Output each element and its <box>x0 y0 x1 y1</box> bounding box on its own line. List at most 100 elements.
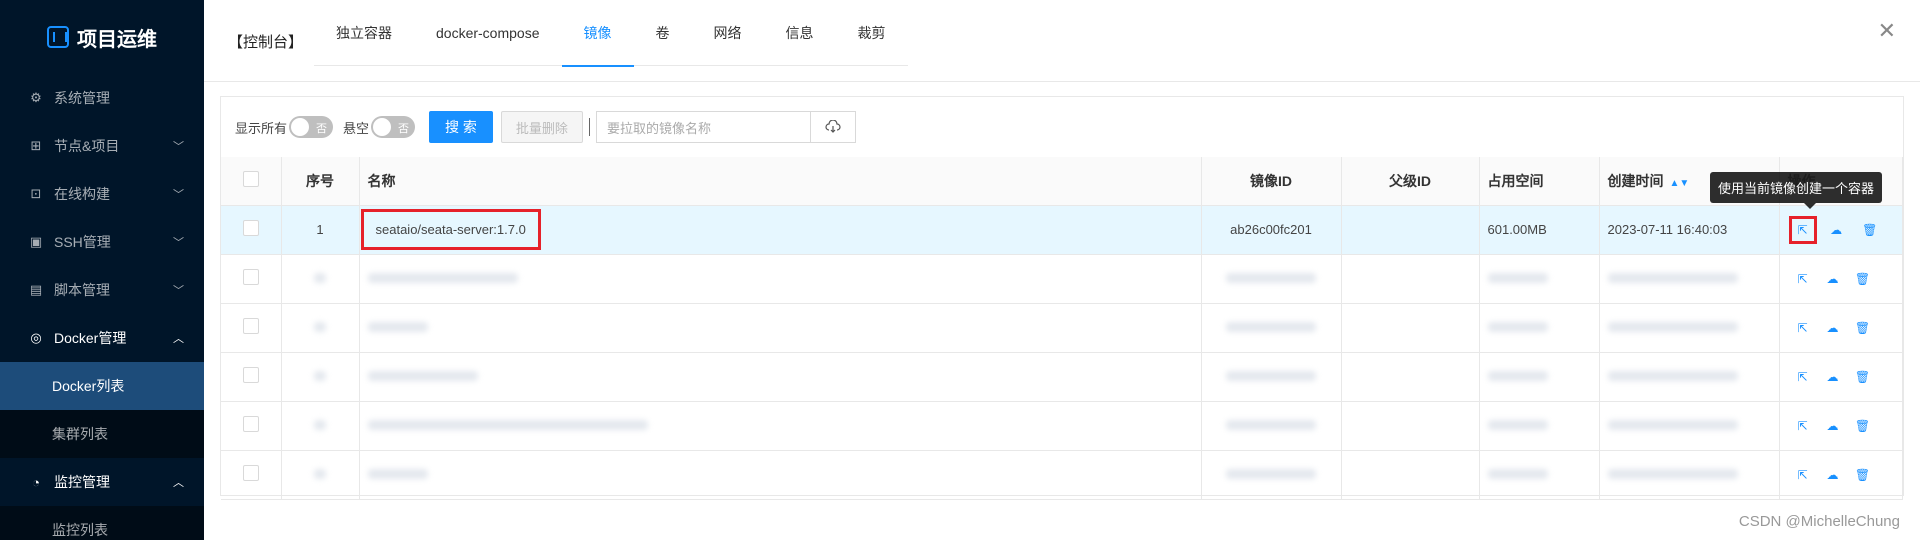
cloud-upload-icon[interactable]: ☁ <box>1826 468 1840 482</box>
sidebar-item-docker[interactable]: ◎ Docker管理 ︿ <box>0 314 204 362</box>
cloud-upload-icon[interactable]: ☁ <box>1829 223 1843 237</box>
sidebar-item-label: 在线构建 <box>54 186 110 202</box>
row-checkbox[interactable] <box>242 416 259 432</box>
cell-name-blurred <box>359 254 1202 304</box>
delete-icon[interactable]: 🗑 <box>1855 272 1870 286</box>
sidebar-item-build[interactable]: ⊡ 在线构建 ﹀ <box>0 170 204 218</box>
tab-bar: 独立容器 docker-compose 镜像 卷 网络 信息 裁剪 <box>314 0 908 67</box>
create-container-icon[interactable]: ⇱ <box>1796 272 1810 286</box>
create-container-icon[interactable]: ⇱ <box>1796 419 1810 433</box>
tab-prune[interactable]: 裁剪 <box>836 0 908 66</box>
cell-size-blurred <box>1479 254 1600 304</box>
row-checkbox[interactable] <box>242 269 259 285</box>
cell-index-blurred <box>281 352 360 402</box>
col-name: 名称 <box>359 157 1202 206</box>
row-checkbox[interactable] <box>242 318 259 334</box>
cell-parent-id <box>1341 450 1480 500</box>
divider <box>588 118 590 136</box>
create-container-icon[interactable]: ⇱ <box>1796 468 1810 482</box>
cell-index-blurred <box>281 254 360 304</box>
cell-actions: ⇱ ☁ 🗑 <box>1779 254 1903 304</box>
logo-icon <box>47 26 69 48</box>
switch-text: 否 <box>398 123 410 135</box>
tab-info[interactable]: 信息 <box>764 0 836 66</box>
sidebar-item-ssh[interactable]: ▣ SSH管理 ﹀ <box>0 218 204 266</box>
cloud-upload-icon[interactable]: ☁ <box>1826 370 1840 384</box>
cell-actions: ⇱ ☁ 🗑 <box>1779 303 1903 353</box>
sidebar-item-script[interactable]: ▤ 脚本管理 ﹀ <box>0 266 204 314</box>
cell-actions: ⇱ ☁ 🗑 <box>1779 205 1903 255</box>
dangling-switch[interactable]: 否 <box>371 116 416 138</box>
chevron-down-icon: ﹀ <box>173 141 184 153</box>
close-icon[interactable]: ✕ <box>1878 18 1896 44</box>
cloud-upload-icon[interactable]: ☁ <box>1826 272 1840 286</box>
cell-parent-id <box>1341 352 1480 402</box>
pull-image-input[interactable]: 要拉取的镜像名称 <box>595 111 810 143</box>
cluster-icon: ⊞ <box>30 138 42 153</box>
show-all-switch[interactable]: 否 <box>289 116 334 138</box>
table-header-row: 序号 名称 镜像ID 父级ID 占用空间 创建时间▲▼ 操作 <box>221 157 1903 206</box>
row-checkbox[interactable] <box>242 220 259 236</box>
create-container-icon[interactable]: ⇱ <box>1796 370 1810 384</box>
delete-icon[interactable]: 🗑 <box>1862 223 1877 237</box>
cloud-download-icon[interactable] <box>809 111 856 143</box>
cloud-upload-icon[interactable]: ☁ <box>1826 321 1840 335</box>
cell-created-blurred <box>1599 401 1780 451</box>
col-created-label: 创建时间 <box>1607 172 1664 189</box>
delete-icon[interactable]: 🗑 <box>1855 370 1870 384</box>
row-select-cell <box>221 303 282 353</box>
tab-images[interactable]: 镜像 <box>561 0 634 67</box>
images-table: 序号 名称 镜像ID 父级ID 占用空间 创建时间▲▼ 操作 1 seataio… <box>221 157 1903 500</box>
cell-image-id-blurred <box>1201 450 1342 500</box>
row-checkbox[interactable] <box>242 367 259 383</box>
tab-standalone[interactable]: 独立容器 <box>314 0 414 66</box>
tab-volumes[interactable]: 卷 <box>634 0 692 66</box>
col-parent-id: 父级ID <box>1341 157 1480 206</box>
cell-size: 601.00MB <box>1479 205 1600 255</box>
create-container-icon[interactable]: ⇱ <box>1788 216 1817 244</box>
cell-size-blurred <box>1479 352 1600 402</box>
chevron-down-icon: ﹀ <box>173 189 184 201</box>
cell-parent-id <box>1341 401 1480 451</box>
row-select-cell <box>221 450 282 500</box>
sidebar-item-system[interactable]: ⚙ 系统管理 <box>0 74 204 122</box>
gear-icon: ⚙ <box>30 90 42 105</box>
sidebar-item-monitor[interactable]: ◔ 监控管理 ︿ <box>0 458 204 506</box>
cell-image-id-blurred <box>1201 352 1342 402</box>
monitor-submenu: 监控列表 <box>0 506 204 540</box>
sidebar-item-cluster-list[interactable]: 集群列表 <box>0 410 204 458</box>
image-name: seataio/seata-server:1.7.0 <box>360 209 541 250</box>
delete-icon[interactable]: 🗑 <box>1855 321 1870 335</box>
cell-created-blurred <box>1599 450 1780 500</box>
cell-name-blurred <box>359 303 1202 353</box>
sidebar-item-nodes[interactable]: ⊞ 节点&项目 ﹀ <box>0 122 204 170</box>
row-select-cell <box>221 205 282 255</box>
batch-delete-button[interactable]: 批量删除 <box>500 111 583 143</box>
show-all-label: 显示所有 <box>235 120 288 136</box>
table-row: ⇱ ☁ 🗑 <box>221 401 1903 451</box>
search-button[interactable]: 搜 索 <box>429 111 493 143</box>
tab-networks[interactable]: 网络 <box>692 0 764 66</box>
select-all-cell <box>221 157 282 206</box>
delete-icon[interactable]: 🗑 <box>1855 419 1870 433</box>
sort-icon[interactable]: ▲▼ <box>1670 178 1690 189</box>
pull-image-group: 要拉取的镜像名称 <box>595 111 856 143</box>
col-index: 序号 <box>281 157 360 206</box>
tab-compose[interactable]: docker-compose <box>414 0 562 66</box>
cloud-upload-icon[interactable]: ☁ <box>1826 419 1840 433</box>
create-container-icon[interactable]: ⇱ <box>1796 321 1810 335</box>
sidebar-item-monitor-list[interactable]: 监控列表 <box>0 506 204 540</box>
sidebar-item-docker-list[interactable]: Docker列表 <box>0 362 204 410</box>
sidebar-item-label: 系统管理 <box>54 90 110 106</box>
sidebar-item-label: SSH管理 <box>54 234 111 250</box>
delete-icon[interactable]: 🗑 <box>1855 468 1870 482</box>
cell-parent-id <box>1341 205 1480 255</box>
terminal-icon: ▣ <box>29 234 43 249</box>
col-size: 占用空间 <box>1479 157 1600 206</box>
cell-actions: ⇱ ☁ 🗑 <box>1779 450 1903 500</box>
select-all-checkbox[interactable] <box>242 171 259 188</box>
row-checkbox[interactable] <box>242 465 259 481</box>
sidebar-item-label: Docker管理 <box>54 330 127 346</box>
app-logo: 项目运维 <box>0 0 204 74</box>
sidebar-item-label: 节点&项目 <box>54 138 120 154</box>
